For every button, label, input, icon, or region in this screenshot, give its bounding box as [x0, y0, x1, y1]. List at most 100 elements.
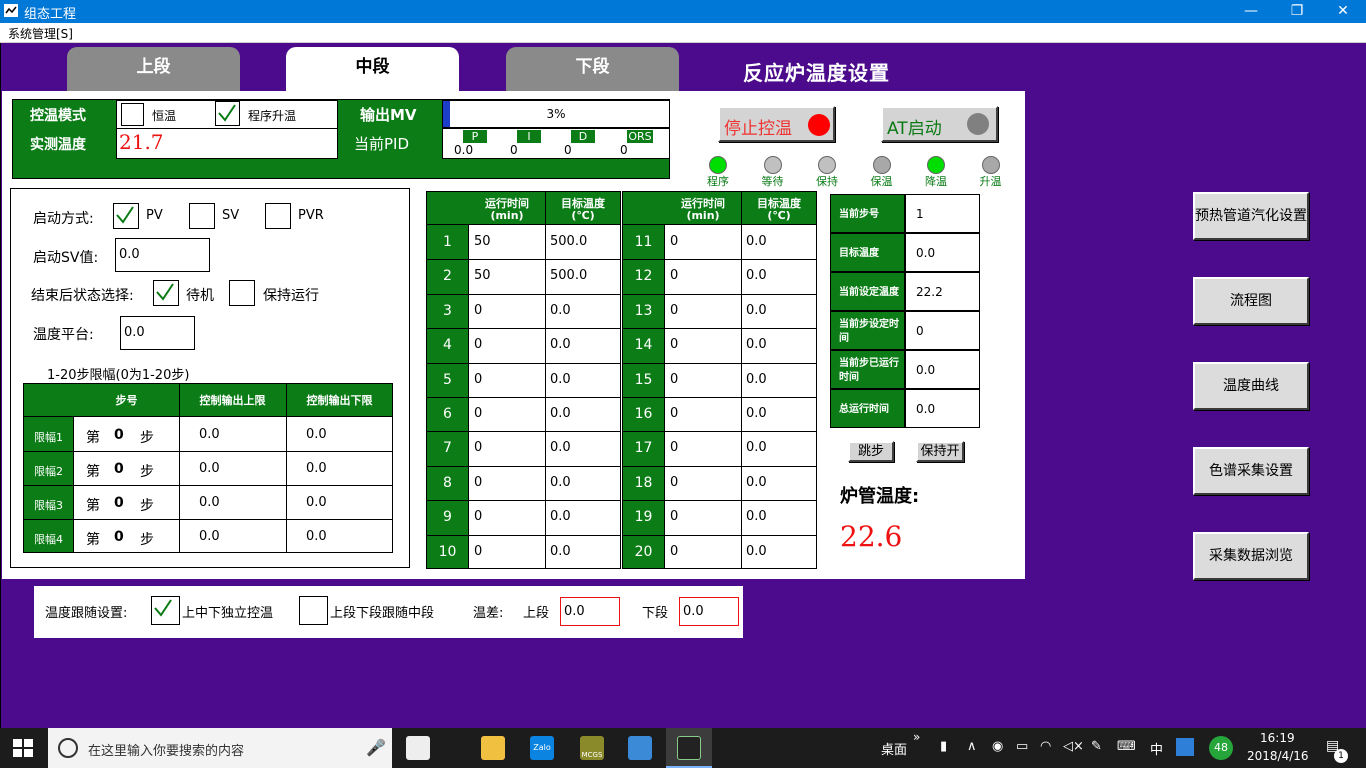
desktop-toolbar-label[interactable]: 桌面: [881, 739, 907, 758]
pv-checkbox[interactable]: [113, 203, 139, 229]
program-time-cell[interactable]: 50: [474, 234, 491, 249]
program-time-cell[interactable]: 0: [670, 303, 678, 318]
mcgs-icon[interactable]: MCGS: [580, 736, 604, 760]
program-temp-cell[interactable]: 0.0: [550, 303, 571, 318]
taskbar-search-box[interactable]: 在这里输入你要搜索的内容 🎤: [48, 728, 392, 768]
wifi-icon[interactable]: ◠: [1040, 739, 1051, 754]
limit-upper-value[interactable]: 0.0: [199, 461, 220, 476]
keyboard-icon[interactable]: ⌨: [1117, 739, 1136, 754]
flow-chart-button[interactable]: 流程图: [1193, 277, 1309, 325]
show-hidden-icon[interactable]: ∧: [967, 739, 977, 754]
limit-step-number[interactable]: 0: [114, 427, 124, 443]
zalo-icon[interactable]: Zalo: [530, 736, 554, 760]
program-time-cell[interactable]: 0: [474, 440, 482, 455]
limit-lower-value[interactable]: 0.0: [306, 529, 327, 544]
active-app-slot[interactable]: [666, 728, 712, 768]
program-time-cell[interactable]: 0: [670, 406, 678, 421]
program-time-cell[interactable]: 0: [670, 268, 678, 283]
program-time-cell[interactable]: 50: [474, 268, 491, 283]
keep-running-checkbox[interactable]: [229, 280, 255, 306]
platform-input[interactable]: 0.0: [120, 316, 195, 350]
clock-time[interactable]: 16:19: [1260, 731, 1295, 745]
minimize-button[interactable]: —: [1228, 0, 1274, 23]
limit-upper-value[interactable]: 0.0: [199, 427, 220, 442]
program-time-cell[interactable]: 0: [670, 475, 678, 490]
program-time-cell[interactable]: 0: [474, 544, 482, 559]
at-start-button[interactable]: AT启动: [881, 106, 998, 142]
program-time-cell[interactable]: 0: [474, 509, 482, 524]
limit-lower-value[interactable]: 0.0: [306, 461, 327, 476]
limit-lower-value[interactable]: 0.0: [306, 427, 327, 442]
program-temp-cell[interactable]: 0.0: [746, 509, 767, 524]
program-time-cell[interactable]: 0: [474, 372, 482, 387]
people-icon[interactable]: ◉: [992, 739, 1003, 754]
ime-indicator[interactable]: 中: [1150, 739, 1163, 758]
toolbar-chevron-icon[interactable]: »: [913, 730, 920, 744]
tab-lower[interactable]: 下段: [506, 47, 679, 91]
program-temp-cell[interactable]: 0.0: [746, 406, 767, 421]
program-time-cell[interactable]: 0: [474, 303, 482, 318]
lower-diff-input[interactable]: 0.0: [679, 597, 739, 626]
program-time-cell[interactable]: 0: [670, 544, 678, 559]
program-temp-cell[interactable]: 0.0: [550, 509, 571, 524]
remote-desktop-icon[interactable]: [628, 736, 652, 760]
file-explorer-icon[interactable]: [481, 736, 505, 760]
temp-curve-button[interactable]: 温度曲线: [1193, 362, 1309, 410]
program-temp-cell[interactable]: 0.0: [550, 475, 571, 490]
baidu-icon[interactable]: [1176, 738, 1194, 756]
volume-muted-icon[interactable]: ◁×: [1063, 739, 1084, 754]
tab-upper[interactable]: 上段: [67, 47, 240, 91]
limit-step-number[interactable]: 0: [114, 495, 124, 511]
clock-date[interactable]: 2018/4/16: [1247, 749, 1309, 763]
upper-diff-input[interactable]: 0.0: [560, 597, 620, 626]
program-temp-cell[interactable]: 0.0: [746, 372, 767, 387]
program-time-cell[interactable]: 0: [670, 234, 678, 249]
task-view-icon[interactable]: [406, 736, 430, 760]
limit-step-number[interactable]: 0: [114, 461, 124, 477]
standby-checkbox[interactable]: [153, 280, 179, 306]
limit-lower-value[interactable]: 0.0: [306, 495, 327, 510]
battery-icon[interactable]: ▭: [1016, 739, 1028, 754]
close-button[interactable]: ✕: [1320, 0, 1366, 23]
program-temp-cell[interactable]: 0.0: [550, 544, 571, 559]
hold-button[interactable]: 保持开: [916, 441, 964, 462]
program-time-cell[interactable]: 0: [670, 440, 678, 455]
program-temp-cell[interactable]: 0.0: [550, 337, 571, 352]
preheat-pipe-button[interactable]: 预热管道汽化设置: [1193, 192, 1309, 240]
jump-step-button[interactable]: 跳步: [848, 441, 894, 462]
program-time-cell[interactable]: 0: [670, 509, 678, 524]
program-temp-checkbox[interactable]: [215, 101, 240, 126]
program-temp-cell[interactable]: 0.0: [550, 440, 571, 455]
sv-checkbox[interactable]: [189, 203, 215, 229]
usb-icon[interactable]: ▮: [940, 739, 947, 754]
independent-control-checkbox[interactable]: [151, 596, 180, 625]
limit-upper-value[interactable]: 0.0: [199, 529, 220, 544]
program-temp-cell[interactable]: 0.0: [746, 337, 767, 352]
program-time-cell[interactable]: 0: [474, 475, 482, 490]
program-time-cell[interactable]: 0: [670, 372, 678, 387]
limit-upper-value[interactable]: 0.0: [199, 495, 220, 510]
tab-middle[interactable]: 中段: [286, 47, 459, 91]
program-temp-cell[interactable]: 0.0: [550, 406, 571, 421]
program-temp-cell[interactable]: 0.0: [746, 544, 767, 559]
program-temp-cell[interactable]: 0.0: [746, 234, 767, 249]
program-time-cell[interactable]: 0: [670, 337, 678, 352]
windows-start-icon[interactable]: [13, 739, 33, 757]
program-temp-cell[interactable]: 0.0: [746, 440, 767, 455]
program-temp-cell[interactable]: 0.0: [746, 303, 767, 318]
program-temp-cell[interactable]: 0.0: [746, 268, 767, 283]
data-browse-button[interactable]: 采集数据浏览: [1193, 532, 1309, 580]
chromatography-button[interactable]: 色谱采集设置: [1193, 447, 1309, 495]
microphone-icon[interactable]: 🎤: [366, 738, 386, 757]
program-temp-cell[interactable]: 0.0: [550, 372, 571, 387]
pen-icon[interactable]: ✎: [1091, 739, 1102, 754]
security-badge[interactable]: 48: [1209, 736, 1233, 760]
menu-system[interactable]: 系统管理[S]: [8, 25, 73, 42]
program-time-cell[interactable]: 0: [474, 337, 482, 352]
program-temp-cell[interactable]: 0.0: [746, 475, 767, 490]
program-time-cell[interactable]: 0: [474, 406, 482, 421]
const-temp-checkbox[interactable]: [121, 103, 144, 126]
pvr-checkbox[interactable]: [265, 203, 291, 229]
program-temp-cell[interactable]: 500.0: [550, 268, 587, 283]
follow-middle-checkbox[interactable]: [299, 596, 328, 625]
